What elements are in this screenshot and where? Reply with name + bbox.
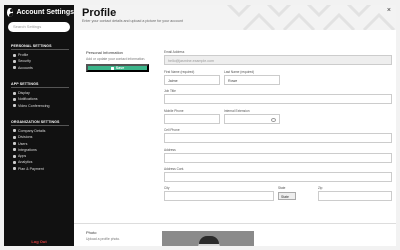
sidebar-item-label: Company Details (18, 128, 46, 133)
sidebar-item-label: Profile (18, 53, 29, 58)
photo-hair (199, 236, 219, 244)
cell-phone-label: Cell Phone (164, 128, 180, 132)
first-name-field[interactable]: Jaime (164, 75, 220, 85)
job-title-label: Job Title (164, 89, 176, 93)
profile-icon (13, 53, 16, 57)
address-cont-field[interactable] (164, 172, 392, 182)
sidebar: Account Settings Search Settings PERSONA… (4, 5, 74, 246)
section-divider (11, 49, 69, 50)
sidebar-item-plan-payment[interactable]: Plan & Payment (4, 166, 74, 172)
internal-extension-field[interactable] (224, 114, 280, 124)
email-field[interactable]: hello@jasmine.example.com (164, 55, 392, 65)
section-divider (74, 223, 396, 224)
sidebar-item-label: Security (18, 59, 31, 64)
photo-heading: Photo (86, 230, 97, 235)
sidebar-title: Account Settings (16, 8, 74, 16)
personal-info-description: Add or update your contact information. (86, 57, 146, 61)
banner-pattern (226, 5, 396, 30)
photo-description: Upload a profile photo. (86, 237, 121, 241)
sidebar-item-label: Users (18, 141, 28, 146)
building-icon (13, 129, 16, 133)
header-banner: Profile Enter your contact details and u… (74, 5, 396, 30)
zip-field[interactable] (318, 191, 392, 201)
cell-phone-field[interactable] (164, 133, 392, 143)
eye-icon[interactable] (271, 117, 276, 122)
search-input[interactable]: Search Settings (8, 22, 70, 32)
sidebar-item-accounts[interactable]: Accounts (4, 65, 74, 71)
address-cont-label: Address Cont. (164, 167, 185, 171)
section-personal-settings: PERSONAL SETTINGS (11, 44, 52, 48)
apps-icon (13, 154, 16, 158)
last-name-label: Last Name (required) (224, 70, 255, 74)
app-window: Account Settings Search Settings PERSONA… (0, 0, 400, 250)
video-icon (13, 104, 16, 108)
shield-icon (13, 59, 16, 63)
profile-photo[interactable] (162, 231, 254, 246)
internal-extension-label: Internal Extension (224, 109, 250, 113)
save-button[interactable]: Save (86, 64, 149, 72)
sidebar-item-label: Apps (18, 154, 27, 159)
sidebar-item-video-conferencing[interactable]: Video Conferencing (4, 102, 74, 108)
display-icon (13, 91, 16, 95)
page-subtitle: Enter your contact details and upload a … (82, 19, 183, 23)
zip-label: Zip (318, 186, 323, 190)
sidebar-item-label: Integrations (18, 147, 37, 152)
address-label: Address (164, 148, 176, 152)
city-label: City (164, 186, 170, 190)
email-label: Email Address (164, 50, 185, 54)
analytics-icon (13, 160, 16, 164)
sidebar-item-label: Notifications (18, 97, 38, 102)
close-icon[interactable]: × (387, 7, 391, 14)
sidebar-item-label: Plan & Payment (18, 166, 44, 171)
bell-icon (13, 97, 16, 101)
sidebar-item-label: Divisions (18, 135, 33, 140)
sidebar-item-label: Video Conferencing (18, 103, 50, 108)
state-select[interactable]: State (278, 192, 296, 200)
accounts-icon (13, 66, 16, 70)
personal-info-heading: Personal Information (86, 50, 123, 55)
user-avatar-icon[interactable] (7, 7, 14, 17)
sidebar-item-label: Accounts (18, 65, 33, 70)
users-icon (13, 142, 16, 146)
city-field[interactable] (164, 191, 274, 201)
sidebar-item-label: Analytics (18, 160, 33, 165)
address-field[interactable] (164, 153, 392, 163)
state-select-value: State (281, 194, 289, 199)
page-title: Profile (82, 7, 117, 19)
integrations-icon (13, 148, 16, 152)
divisions-icon (13, 135, 16, 139)
section-organization-settings: ORGANIZATION SETTINGS (11, 119, 60, 124)
credit-card-icon (13, 167, 16, 171)
state-label: State (278, 186, 286, 190)
section-divider (11, 86, 69, 88)
sidebar-header: Account Settings (4, 5, 74, 19)
mobile-phone-field[interactable] (164, 114, 220, 124)
mobile-phone-label: Mobile Phone (164, 109, 184, 113)
main-panel: Profile Enter your contact details and u… (74, 5, 396, 246)
last-name-field[interactable]: Rowe (224, 75, 280, 85)
logout-button[interactable]: Log Out (4, 239, 74, 244)
section-divider (11, 124, 69, 126)
first-name-label: First Name (required) (164, 70, 195, 74)
section-app-settings: APP SETTINGS (11, 81, 39, 86)
job-title-field[interactable] (164, 94, 392, 104)
sidebar-item-label: Display (18, 91, 30, 96)
